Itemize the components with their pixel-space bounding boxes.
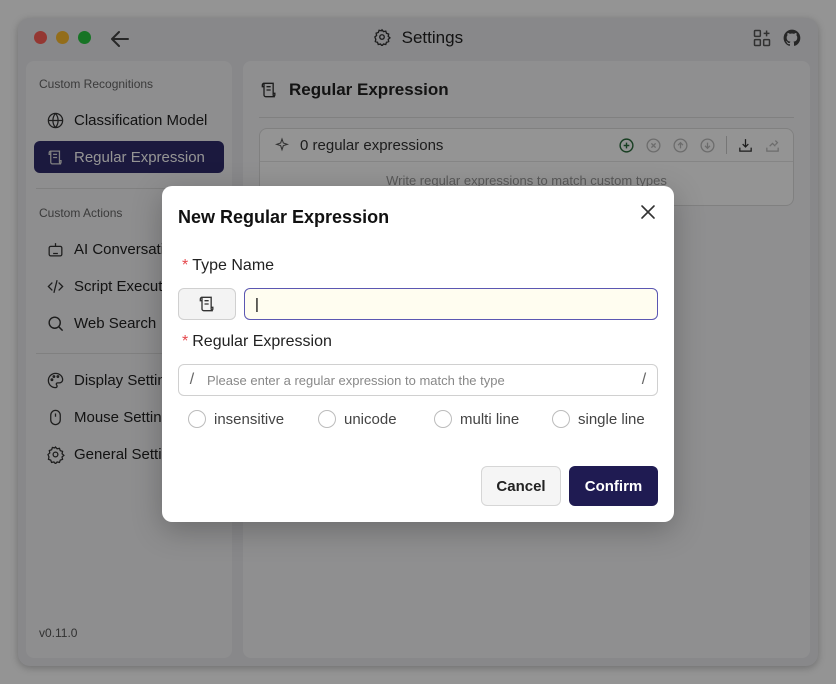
scroll-icon bbox=[199, 296, 214, 312]
checkbox-circle[interactable] bbox=[318, 410, 336, 428]
regex-open-slash: / bbox=[189, 371, 195, 388]
type-icon-picker-button[interactable] bbox=[178, 288, 236, 320]
regex-input[interactable] bbox=[205, 371, 631, 389]
flag-single-line-checkbox[interactable]: single line bbox=[552, 410, 645, 428]
cancel-button[interactable]: Cancel bbox=[481, 466, 561, 506]
confirm-button[interactable]: Confirm bbox=[569, 466, 658, 506]
required-asterisk: * bbox=[182, 333, 189, 350]
regex-close-slash: / bbox=[641, 371, 647, 388]
type-name-input[interactable] bbox=[244, 288, 658, 320]
regex-label: * Regular Expression bbox=[182, 333, 332, 350]
dialog-title: New Regular Expression bbox=[178, 207, 390, 227]
new-regex-dialog: New Regular Expression *Type Name *Regul… bbox=[162, 186, 674, 522]
type-name-label: * Type Name bbox=[182, 257, 275, 274]
flag-multi-line-checkbox[interactable]: multi line bbox=[434, 410, 519, 428]
regex-field: / / bbox=[178, 364, 658, 396]
required-asterisk: * bbox=[182, 257, 189, 274]
flag-insensitive-checkbox[interactable]: insensitive bbox=[188, 410, 284, 428]
checkbox-circle[interactable] bbox=[188, 410, 206, 428]
close-icon[interactable] bbox=[640, 204, 656, 220]
checkbox-circle[interactable] bbox=[434, 410, 452, 428]
checkbox-circle[interactable] bbox=[552, 410, 570, 428]
flag-unicode-checkbox[interactable]: unicode bbox=[318, 410, 397, 428]
